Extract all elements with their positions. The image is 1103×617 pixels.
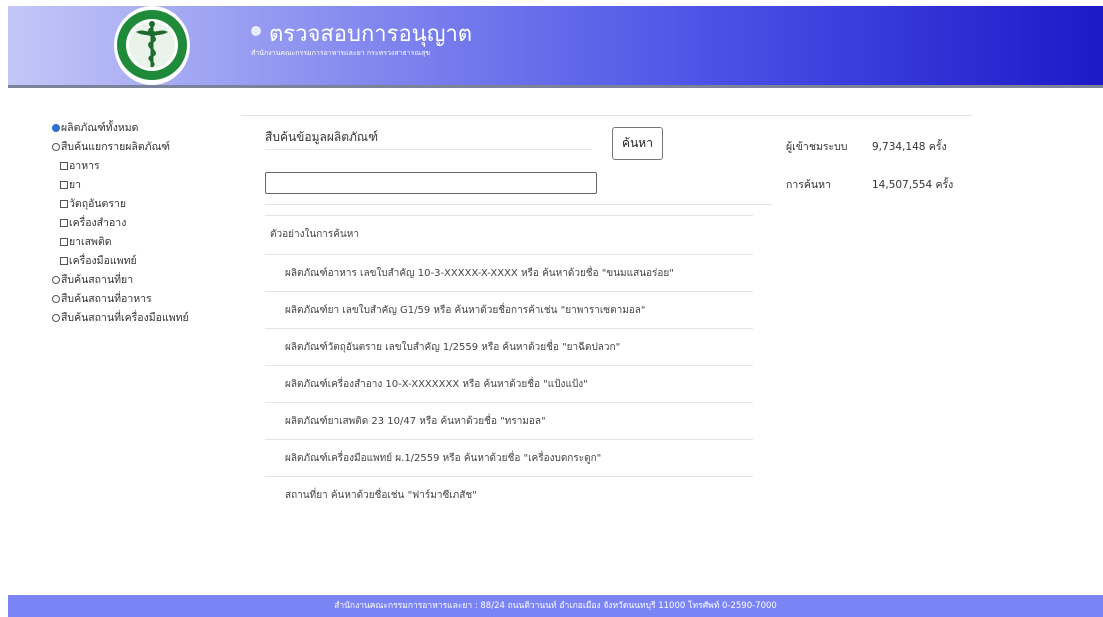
- example-item: ผลิตภัณฑ์อาหาร เลขใบสำคัญ 10-3-XXXXX-X-X…: [265, 255, 753, 292]
- filter-label: เครื่องมือแพทย์: [69, 255, 137, 267]
- filter-label: วัตถุอันตราย: [69, 198, 127, 210]
- search-examples: ตัวอย่างในการค้นหา ผลิตภัณฑ์อาหาร เลขใบส…: [265, 215, 753, 514]
- examples-heading: ตัวอย่างในการค้นหา: [270, 229, 359, 240]
- example-item: ผลิตภัณฑ์เครื่องมือแพทย์ ผ.1/2559 หรือ ค…: [265, 440, 753, 477]
- filter-label: ผลิตภัณฑ์ทั้งหมด: [61, 122, 139, 134]
- example-item: ผลิตภัณฑ์ยา เลขใบสำคัญ G1/59 หรือ ค้นหาด…: [265, 292, 753, 329]
- checkbox-icon[interactable]: [60, 219, 68, 227]
- ministry-logo: [114, 6, 190, 85]
- filter-medical-device[interactable]: เครื่องมือแพทย์: [52, 252, 189, 271]
- caduceus-emblem-icon: [117, 10, 187, 80]
- radio-icon[interactable]: [52, 143, 60, 151]
- checkbox-icon[interactable]: [60, 181, 68, 189]
- search-section-title: สืบค้นข้อมูลผลิตภัณฑ์: [265, 130, 379, 144]
- filter-label: เครื่องสำอาง: [69, 217, 127, 229]
- example-item: สถานที่ยา ค้นหาด้วยชื่อเช่น "ฟาร์มาซีเภส…: [285, 490, 477, 501]
- visitor-count-value: 9,734,148 ครั้ง: [872, 141, 947, 153]
- title-bullet-icon: [251, 26, 261, 36]
- example-item: ผลิตภัณฑ์ยาเสพติด 23 10/47 หรือ ค้นหาด้ว…: [265, 403, 753, 440]
- filter-drug-place[interactable]: สืบค้นสถานที่ยา: [52, 271, 189, 290]
- example-item: ผลิตภัณฑ์เครื่องสำอาง 10-X-XXXXXXX หรือ …: [265, 366, 753, 403]
- checkbox-icon[interactable]: [60, 162, 68, 170]
- page-subtitle: สำนักงานคณะกรรมการอาหารและยา กระทรวงสาธา…: [251, 49, 431, 57]
- search-count-label: การค้นหา: [786, 179, 831, 191]
- filter-device-place[interactable]: สืบค้นสถานที่เครื่องมือแพทย์: [52, 309, 189, 328]
- search-button[interactable]: ค้นหา: [612, 127, 663, 160]
- filter-cosmetics[interactable]: เครื่องสำอาง: [52, 214, 189, 233]
- filter-by-product-type[interactable]: สืบค้นแยกรายผลิตภัณฑ์: [52, 138, 189, 157]
- search-title-underline: [265, 149, 592, 150]
- header-divider: [8, 85, 1103, 88]
- search-count-value: 14,507,554 ครั้ง: [872, 179, 954, 191]
- filter-label: สืบค้นแยกรายผลิตภัณฑ์: [61, 141, 171, 153]
- checkbox-icon[interactable]: [60, 257, 68, 265]
- radio-icon[interactable]: [52, 314, 60, 322]
- content-top-divider: [241, 115, 972, 116]
- filter-label: อาหาร: [69, 160, 100, 172]
- filter-label: ยา: [69, 179, 82, 191]
- radio-icon[interactable]: [52, 295, 60, 303]
- filter-food[interactable]: อาหาร: [52, 157, 189, 176]
- visitor-count-label: ผู้เข้าชมระบบ: [786, 141, 848, 153]
- filter-all-products[interactable]: ผลิตภัณฑ์ทั้งหมด: [52, 119, 189, 138]
- search-divider: [265, 204, 772, 205]
- filter-drug[interactable]: ยา: [52, 176, 189, 195]
- example-item: ผลิตภัณฑ์วัตถุอันตราย เลขใบสำคัญ 1/2559 …: [265, 329, 753, 366]
- filter-label: สืบค้นสถานที่ยา: [61, 274, 134, 286]
- site-footer: สำนักงานคณะกรรมการอาหารและยา : 88/24 ถนน…: [8, 595, 1103, 617]
- filter-hazardous[interactable]: วัตถุอันตราย: [52, 195, 189, 214]
- filter-food-place[interactable]: สืบค้นสถานที่อาหาร: [52, 290, 189, 309]
- filter-narcotics[interactable]: ยาเสพติด: [52, 233, 189, 252]
- radio-selected-icon[interactable]: [52, 124, 60, 132]
- search-filter-sidebar: ผลิตภัณฑ์ทั้งหมด สืบค้นแยกรายผลิตภัณฑ์ อ…: [52, 119, 189, 328]
- filter-label: สืบค้นสถานที่เครื่องมือแพทย์: [61, 312, 189, 324]
- filter-label: ยาเสพติด: [69, 236, 112, 248]
- radio-icon[interactable]: [52, 276, 60, 284]
- checkbox-icon[interactable]: [60, 200, 68, 208]
- checkbox-icon[interactable]: [60, 238, 68, 246]
- page-title: ตรวจสอบการอนุญาต: [269, 22, 473, 47]
- filter-label: สืบค้นสถานที่อาหาร: [61, 293, 152, 305]
- search-input[interactable]: [265, 172, 597, 194]
- site-header: ตรวจสอบการอนุญาต สำนักงานคณะกรรมการอาหาร…: [8, 6, 1103, 85]
